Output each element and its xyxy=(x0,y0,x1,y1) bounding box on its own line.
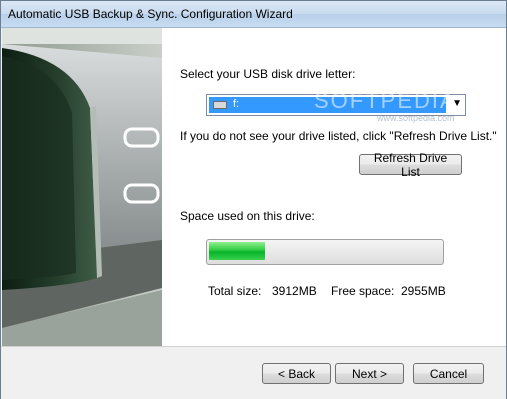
space-used-progress-fill xyxy=(209,242,265,260)
usb-drive-image xyxy=(2,28,162,346)
drive-letter-label: Select your USB disk drive letter: xyxy=(180,67,356,81)
cancel-button[interactable]: Cancel xyxy=(413,363,484,384)
wizard-footer: < Back Next > Cancel xyxy=(1,346,506,399)
drive-selected-value: f: xyxy=(209,97,446,113)
drive-letter-dropdown[interactable]: f: ▼ xyxy=(206,94,466,116)
refresh-hint-text: If you do not see your drive listed, cli… xyxy=(180,129,497,143)
wizard-content: Select your USB disk drive letter: f: ▼ … xyxy=(162,28,506,346)
back-button[interactable]: < Back xyxy=(262,363,331,384)
drive-letter-text: f: xyxy=(233,98,240,110)
free-space-value: 2955MB xyxy=(401,284,446,298)
usb-drive-icon xyxy=(213,101,227,109)
usb-drive-illustration xyxy=(2,28,162,346)
title-bar[interactable]: Automatic USB Backup & Sync. Configurati… xyxy=(1,1,506,28)
wizard-window: Automatic USB Backup & Sync. Configurati… xyxy=(0,0,507,399)
window-title: Automatic USB Backup & Sync. Configurati… xyxy=(8,7,293,21)
total-size-value: 3912MB xyxy=(272,284,317,298)
chevron-down-icon[interactable]: ▼ xyxy=(452,98,462,109)
next-button[interactable]: Next > xyxy=(335,363,404,384)
free-space-label: Free space: xyxy=(331,284,395,298)
refresh-drive-list-button[interactable]: Refresh Drive List xyxy=(359,151,462,179)
space-used-label: Space used on this drive: xyxy=(180,209,315,223)
total-size-label: Total size: xyxy=(208,284,262,298)
space-used-progress-bar xyxy=(206,239,444,265)
